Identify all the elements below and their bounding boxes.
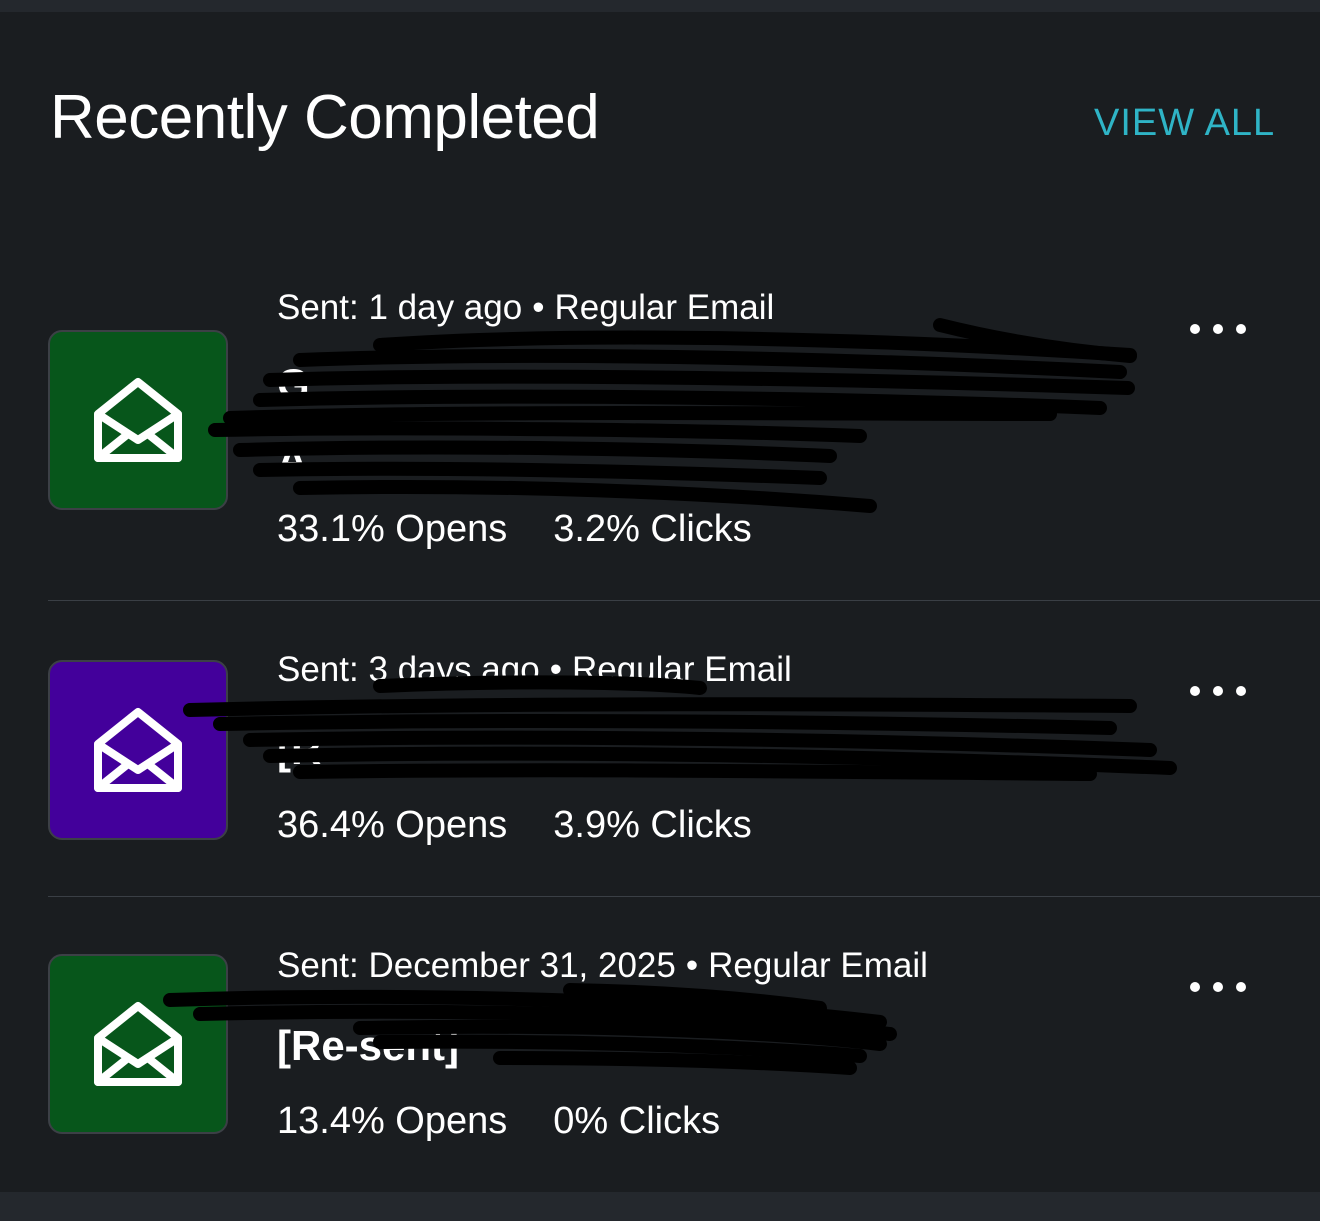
open-envelope-icon — [94, 708, 182, 792]
section-title: Recently Completed — [50, 83, 600, 152]
campaign-stats: 13.4% Opens 0% Clicks — [277, 1100, 720, 1143]
open-envelope-icon — [94, 378, 182, 462]
more-options-button[interactable] — [1190, 676, 1246, 706]
opens-rate: 36.4% Opens — [277, 804, 508, 846]
campaign-type: Regular Email — [554, 288, 775, 327]
opens-rate: 13.4% Opens — [277, 1100, 508, 1142]
campaign-subject[interactable]: G A — [277, 346, 1157, 498]
row-divider — [48, 600, 1320, 601]
more-dot — [1213, 324, 1223, 334]
more-dot — [1190, 324, 1200, 334]
meta-separator: • — [549, 650, 562, 689]
campaign-thumbnail[interactable] — [48, 330, 228, 510]
campaign-type: Regular Email — [708, 946, 928, 985]
campaign-thumbnail[interactable] — [48, 954, 228, 1134]
more-dot — [1213, 686, 1223, 696]
clicks-rate: 0% Clicks — [553, 1100, 721, 1142]
campaign-meta: Sent: 1 day ago • Regular Email — [277, 288, 774, 328]
open-envelope-icon — [94, 1002, 182, 1086]
more-dot — [1190, 686, 1200, 696]
campaign-subject[interactable]: [Re-sent] — [277, 1008, 897, 1084]
subject-line: A — [277, 436, 308, 483]
more-dot — [1236, 324, 1246, 334]
clicks-rate: 3.9% Clicks — [553, 804, 752, 846]
meta-separator: • — [685, 946, 699, 985]
sent-time: Sent: 1 day ago — [277, 288, 523, 327]
more-dot — [1236, 686, 1246, 696]
campaign-meta: Sent: December 31, 2025 • Regular Email — [277, 946, 928, 986]
campaign-subject[interactable]: [R — [277, 712, 1157, 788]
campaign-stats: 33.1% Opens 3.2% Clicks — [277, 508, 752, 551]
more-options-button[interactable] — [1190, 972, 1246, 1002]
more-dot — [1213, 982, 1223, 992]
sent-time: Sent: 3 days ago — [277, 650, 540, 689]
view-all-link[interactable]: VIEW ALL — [1094, 102, 1275, 145]
campaign-thumbnail[interactable] — [48, 660, 228, 840]
campaign-type: Regular Email — [571, 650, 792, 689]
opens-rate: 33.1% Opens — [277, 508, 508, 550]
subject-line: [R — [277, 726, 322, 773]
more-dot — [1236, 982, 1246, 992]
subject-line: G — [277, 360, 310, 407]
sent-time: Sent: December 31, 2025 — [277, 946, 676, 985]
subject-line: [Re-sent] — [277, 1022, 460, 1069]
clicks-rate: 3.2% Clicks — [553, 508, 752, 550]
more-dot — [1190, 982, 1200, 992]
row-divider — [48, 896, 1320, 897]
meta-separator: • — [532, 288, 545, 327]
campaign-stats: 36.4% Opens 3.9% Clicks — [277, 804, 752, 847]
more-options-button[interactable] — [1190, 314, 1246, 344]
campaign-meta: Sent: 3 days ago • Regular Email — [277, 650, 792, 690]
